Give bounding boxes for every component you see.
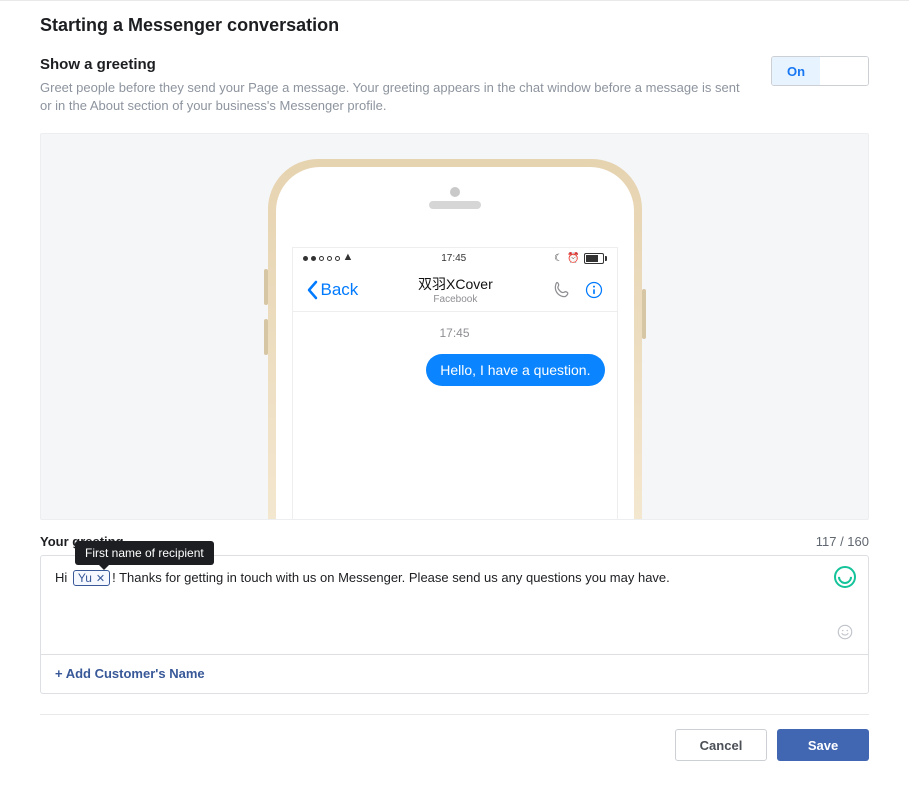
firstname-token[interactable]: Yu ✕ [73,570,110,586]
back-label: Back [321,280,359,300]
cancel-button[interactable]: Cancel [675,729,767,761]
phone-call-icon[interactable] [552,280,572,300]
toggle-on[interactable]: On [772,57,820,85]
toggle-off[interactable] [820,57,868,85]
message-bubble: Hello, I have a question. [426,354,604,386]
show-greeting-description: Greet people before they send your Page … [40,79,740,115]
alarm-icon: ⏰ [567,253,579,264]
back-button[interactable]: Back [305,280,359,300]
greeting-editor[interactable]: First name of recipient Hi Yu✕! Thanks f… [40,555,869,694]
chat-navbar: Back 双羽XCover Facebook [293,268,617,312]
grammarly-icon[interactable] [834,566,856,588]
char-count: 117 / 160 [816,534,869,549]
add-customer-name-button[interactable]: + Add Customer's Name [55,666,205,681]
info-icon[interactable] [584,280,604,300]
save-button[interactable]: Save [777,729,869,761]
chevron-left-icon [305,280,319,300]
greeting-suffix: ! Thanks for getting in touch with us on… [112,570,670,585]
show-greeting-toggle[interactable]: On [771,56,869,86]
phone-status-bar: ▲ 17:45 ☾ ⏰ [293,248,617,268]
chat-title: 双羽XCover [418,274,493,294]
action-bar: Cancel Save [40,714,869,761]
signal-icon: ▲ [303,252,354,264]
greeting-prefix: Hi [55,570,71,585]
token-tooltip: First name of recipient [75,541,214,565]
emoji-picker-icon[interactable] [836,623,854,644]
token-remove-icon[interactable]: ✕ [96,572,105,585]
show-greeting-section: Show a greeting Greet people before they… [40,56,869,115]
phone-speaker-icon [429,201,481,209]
phone-camera-icon [450,187,460,197]
moon-icon: ☾ [554,253,563,264]
battery-icon [584,253,607,264]
wifi-icon: ▲ [343,251,354,263]
show-greeting-title: Show a greeting [40,56,771,73]
chat-subtitle: Facebook [418,294,493,305]
token-value: Yu [78,571,92,585]
status-time: 17:45 [441,253,466,264]
phone-preview: ▲ 17:45 ☾ ⏰ Back [40,133,869,520]
page-title: Starting a Messenger conversation [40,15,869,36]
chat-timestamp: 17:45 [305,326,605,340]
